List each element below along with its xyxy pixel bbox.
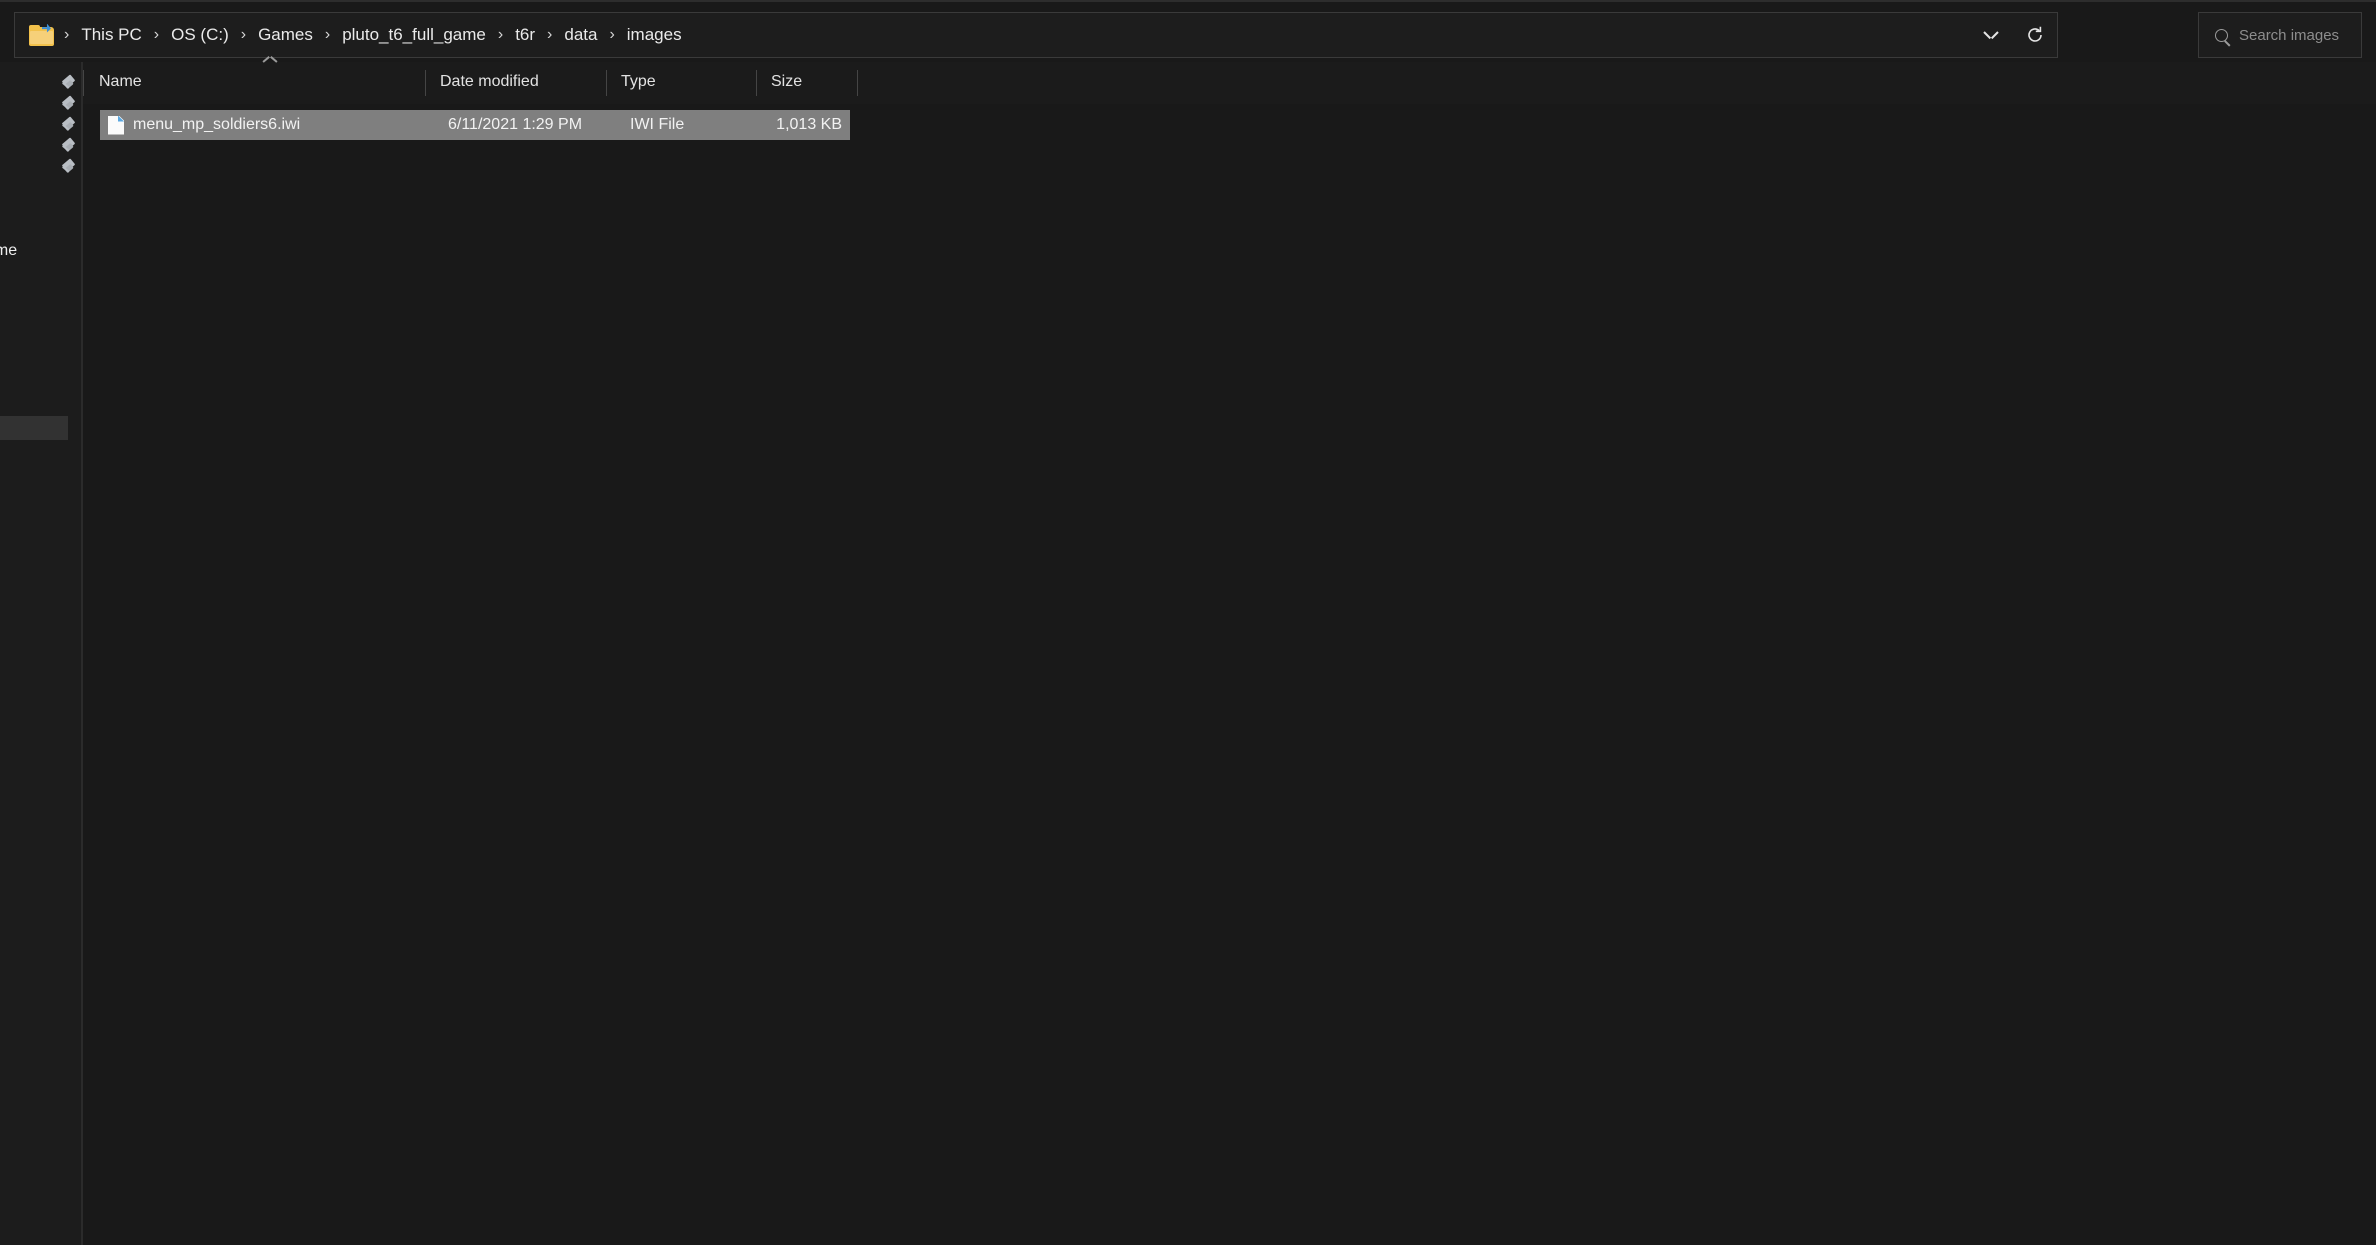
chevron-down-icon [1984, 31, 1998, 40]
file-type-cell: IWI File [630, 116, 685, 133]
folder-icon [29, 23, 54, 46]
refresh-icon [2028, 26, 2042, 42]
table-row[interactable]: menu_mp_soldiers6.iwi 6/11/2021 1:29 PM … [100, 110, 850, 140]
sidebar-hovered-item[interactable] [0, 416, 68, 440]
breadcrumb-separator: › [497, 26, 504, 43]
refresh-button[interactable] [2013, 13, 2057, 57]
sidebar-clipped-label: ame [0, 242, 18, 259]
breadcrumb-separator: › [324, 26, 331, 43]
breadcrumb-item-data[interactable]: data [562, 23, 599, 47]
column-header-row: Name Date modified Type Size [83, 62, 2376, 104]
file-list-view: Name Date modified Type Size menu_mp_sol… [83, 62, 2376, 1245]
column-header-type[interactable]: Type [621, 73, 656, 91]
search-input[interactable] [2239, 26, 2349, 44]
file-date-modified-cell: 6/11/2021 1:29 PM [448, 116, 583, 133]
breadcrumb-item-this-pc[interactable]: This PC [79, 23, 143, 47]
navigation-sidebar[interactable]: ame [0, 62, 83, 1245]
pin-icon[interactable] [60, 74, 77, 94]
breadcrumb-separator: › [153, 26, 160, 43]
breadcrumb-item-games[interactable]: Games [256, 23, 315, 47]
column-header-date-modified[interactable]: Date modified [440, 73, 539, 91]
breadcrumb-item-t6r[interactable]: t6r [513, 23, 537, 47]
breadcrumb-separator: › [64, 26, 70, 43]
pin-icon[interactable] [60, 137, 77, 157]
breadcrumb-separator: › [240, 26, 247, 43]
breadcrumb-separator: › [547, 26, 553, 43]
breadcrumb-item-images[interactable]: images [625, 23, 684, 47]
pin-icon[interactable] [60, 158, 77, 178]
breadcrumb-separator: › [609, 26, 615, 43]
search-box[interactable] [2198, 12, 2362, 58]
address-bar-strip: › This PC › OS (C:) › Games › pluto_t6_f… [0, 0, 2376, 62]
file-size-cell: 1,013 KB [776, 116, 842, 133]
pin-icon[interactable] [60, 95, 77, 115]
column-header-name[interactable]: Name [99, 73, 142, 91]
history-dropdown-button[interactable] [1969, 13, 2013, 57]
pin-icon[interactable] [60, 116, 77, 136]
address-bar[interactable]: › This PC › OS (C:) › Games › pluto_t6_f… [14, 12, 2058, 58]
file-icon [108, 115, 124, 135]
breadcrumb-item-pluto-t6-full-game[interactable]: pluto_t6_full_game [340, 23, 488, 47]
search-icon [2215, 28, 2228, 42]
column-header-size[interactable]: Size [771, 73, 802, 91]
caret-up-icon [263, 58, 277, 65]
file-name-cell: menu_mp_soldiers6.iwi [133, 116, 301, 133]
breadcrumb-item-os-c[interactable]: OS (C:) [169, 23, 231, 47]
